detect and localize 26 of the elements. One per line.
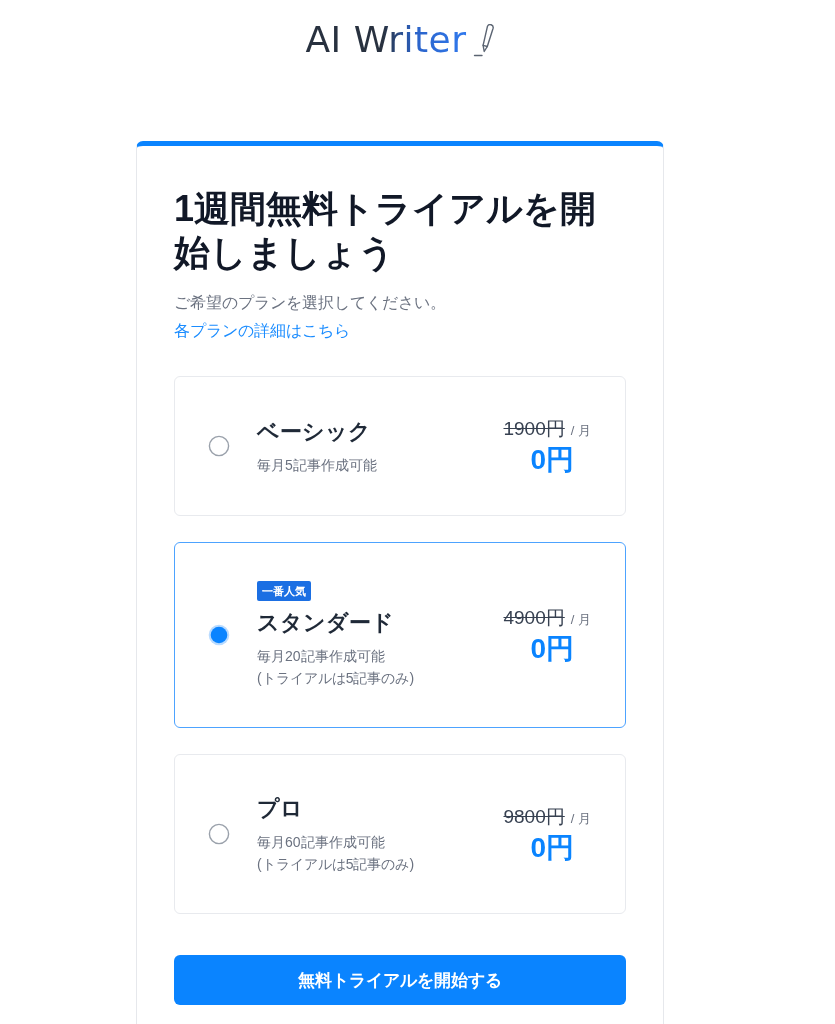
plan-description: 毎月5記事作成可能 (257, 456, 377, 475)
plan-name: プロ (257, 795, 303, 823)
radio-button[interactable] (208, 435, 230, 457)
trial-price: 0円 (529, 632, 575, 666)
plan-description: 毎月60記事作成可能 (トライアルは5記事のみ) (257, 833, 415, 874)
plan-description: 毎月20記事作成可能 (トライアルは5記事のみ) (257, 647, 415, 688)
trial-price: 0円 (529, 831, 575, 865)
trial-price: 0円 (529, 443, 575, 477)
page-title: 1週間無料トライアルを開始しましょう (174, 187, 598, 275)
billing-period: / 月 (570, 810, 591, 828)
instruction-text: ご希望のプランを選択してください。 (174, 293, 447, 313)
plan-name: ベーシック (257, 418, 371, 446)
plan-name: スタンダード (257, 609, 394, 637)
radio-button[interactable] (208, 823, 230, 845)
original-price: 1900円 (503, 417, 565, 441)
billing-period: / 月 (570, 611, 591, 629)
pencil-icon (472, 24, 495, 58)
start-trial-button[interactable]: 無料トライアルを開始する (174, 955, 626, 1005)
plan-card[interactable]: 一番人気 スタンダード 毎月20記事作成可能 (トライアルは5記事のみ) 4900円 / 月 0円 (174, 542, 626, 728)
billing-period: / 月 (570, 422, 591, 440)
radio-button[interactable] (208, 624, 230, 646)
plan-card[interactable]: ベーシック 毎月5記事作成可能 1900円 / 月 0円 (174, 376, 626, 516)
popular-badge: 一番人気 (257, 581, 311, 601)
plan-card[interactable]: プロ 毎月60記事作成可能 (トライアルは5記事のみ) 9800円 / 月 0円 (174, 754, 626, 914)
original-price: 4900円 (503, 606, 565, 630)
original-price: 9800円 (503, 805, 565, 829)
